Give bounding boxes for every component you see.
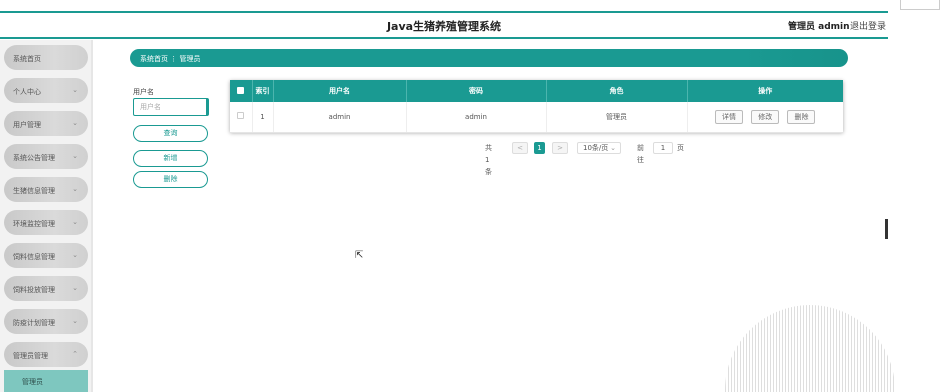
chevron-down-icon: ⌄ [72,185,78,193]
row-checkbox[interactable] [230,102,253,133]
sidebar-item-pig-info[interactable]: 生猪信息管理 ⌄ [4,177,88,202]
next-page-button[interactable]: > [552,142,568,154]
sidebar-item-label: 饲料信息管理 [13,253,55,261]
query-button[interactable]: 查询 [133,125,208,142]
table-header-row: 索引 用户名 密码 角色 操作 [230,80,843,102]
chevron-down-icon: ⌄ [72,119,78,127]
sidebar-item-epidemic-plan[interactable]: 防疫计划管理 ⌄ [4,309,88,334]
page-size-select[interactable]: 10条/页 ⌄ [577,142,621,154]
admin-table: 索引 用户名 密码 角色 操作 1 admin admin 管理员 详情 修改 … [230,80,843,133]
cell-actions: 详情 修改 删除 [687,102,843,133]
batch-delete-button[interactable]: 删除 [133,171,208,188]
app-title: Java生猪养殖管理系统 [386,20,502,33]
breadcrumb: 系统首页 ⋮ 管理员 [130,49,848,67]
table-row: 1 admin admin 管理员 详情 修改 删除 [230,102,843,133]
cell-index: 1 [252,102,274,133]
sidebar-item-environment[interactable]: 环境监控管理 ⌄ [4,210,88,235]
cell-username: admin [273,102,407,133]
top-accent-line [0,11,888,13]
chevron-up-icon: ⌃ [72,350,78,358]
chevron-down-icon: ⌄ [72,317,78,325]
column-header-username: 用户名 [273,80,407,102]
sidebar-item-feed-info[interactable]: 饲料信息管理 ⌄ [4,243,88,268]
sidebar-item-label: 系统公告管理 [13,154,55,162]
scroll-indicator[interactable] [885,219,888,239]
header-divider [0,37,888,39]
sidebar-item-users[interactable]: 用户管理 ⌄ [4,111,88,136]
cell-role: 管理员 [546,102,688,133]
row-delete-button[interactable]: 删除 [787,109,816,124]
column-header-role: 角色 [546,80,688,102]
total-count: 共 1 条 [485,144,492,176]
sidebar-item-home[interactable]: 系统首页 [4,45,88,70]
sidebar-item-label: 生猪信息管理 [13,187,55,195]
right-gutter [888,0,940,392]
edit-button[interactable]: 修改 [751,109,780,124]
page-size-value: 10条/页 [583,144,609,152]
username-label: 用户名 [133,88,154,96]
sidebar-item-announcements[interactable]: 系统公告管理 ⌄ [4,144,88,169]
top-bar: Java生猪养殖管理系统 管理员 admin 退出登录 [0,0,888,40]
prev-page-button[interactable]: < [512,142,528,154]
mouse-pointer-icon: ⇱ [355,250,364,261]
decorative-striped-shape [725,305,895,392]
chevron-down-icon: ⌄ [72,284,78,292]
sidebar-item-label: 用户管理 [13,121,41,129]
goto-label: 前往 [637,144,644,164]
sidebar-item-label: 防疫计划管理 [13,319,55,327]
detail-button[interactable]: 详情 [715,109,744,124]
sidebar-item-label: 个人中心 [13,88,41,96]
column-header-actions: 操作 [687,80,843,102]
chevron-down-icon: ⌄ [72,152,78,160]
chevron-down-icon: ⌄ [72,251,78,259]
sidebar-subitem-admin[interactable]: 管理员 [4,370,88,392]
breadcrumb-text[interactable]: 系统首页 ⋮ 管理员 [140,54,200,64]
cell-password: admin [406,102,547,133]
column-header-index: 索引 [252,80,274,102]
sidebar-item-label: 系统首页 [13,55,41,63]
page-1-button[interactable]: 1 [534,142,545,154]
page-unit-label: 页 [677,144,684,152]
goto-page-input[interactable]: 1 [653,142,673,154]
sidebar-item-feeding[interactable]: 饲料投放管理 ⌄ [4,276,88,301]
sidebar-item-admin[interactable]: 管理员管理 ⌃ [4,342,88,367]
add-button[interactable]: 新增 [133,150,208,167]
sidebar-item-label: 环境监控管理 [13,220,55,228]
logout-link[interactable]: 退出登录 [850,19,886,32]
sidebar-item-profile[interactable]: 个人中心 ⌄ [4,78,88,103]
corner-frame [900,0,940,10]
sidebar: 系统首页 个人中心 ⌄ 用户管理 ⌄ 系统公告管理 ⌄ 生猪信息管理 ⌄ 环境监… [0,40,93,392]
chevron-down-icon: ⌄ [610,144,616,152]
username-search-input[interactable]: 用户名 [133,98,209,116]
sidebar-subitem-label: 管理员 [22,378,43,386]
chevron-down-icon: ⌄ [72,218,78,226]
sidebar-item-label: 饲料投放管理 [13,286,55,294]
chevron-down-icon: ⌄ [72,86,78,94]
select-all-checkbox[interactable] [230,80,253,102]
current-user: 管理员 admin [788,22,850,32]
sidebar-item-label: 管理员管理 [13,352,48,360]
column-header-password: 密码 [406,80,547,102]
